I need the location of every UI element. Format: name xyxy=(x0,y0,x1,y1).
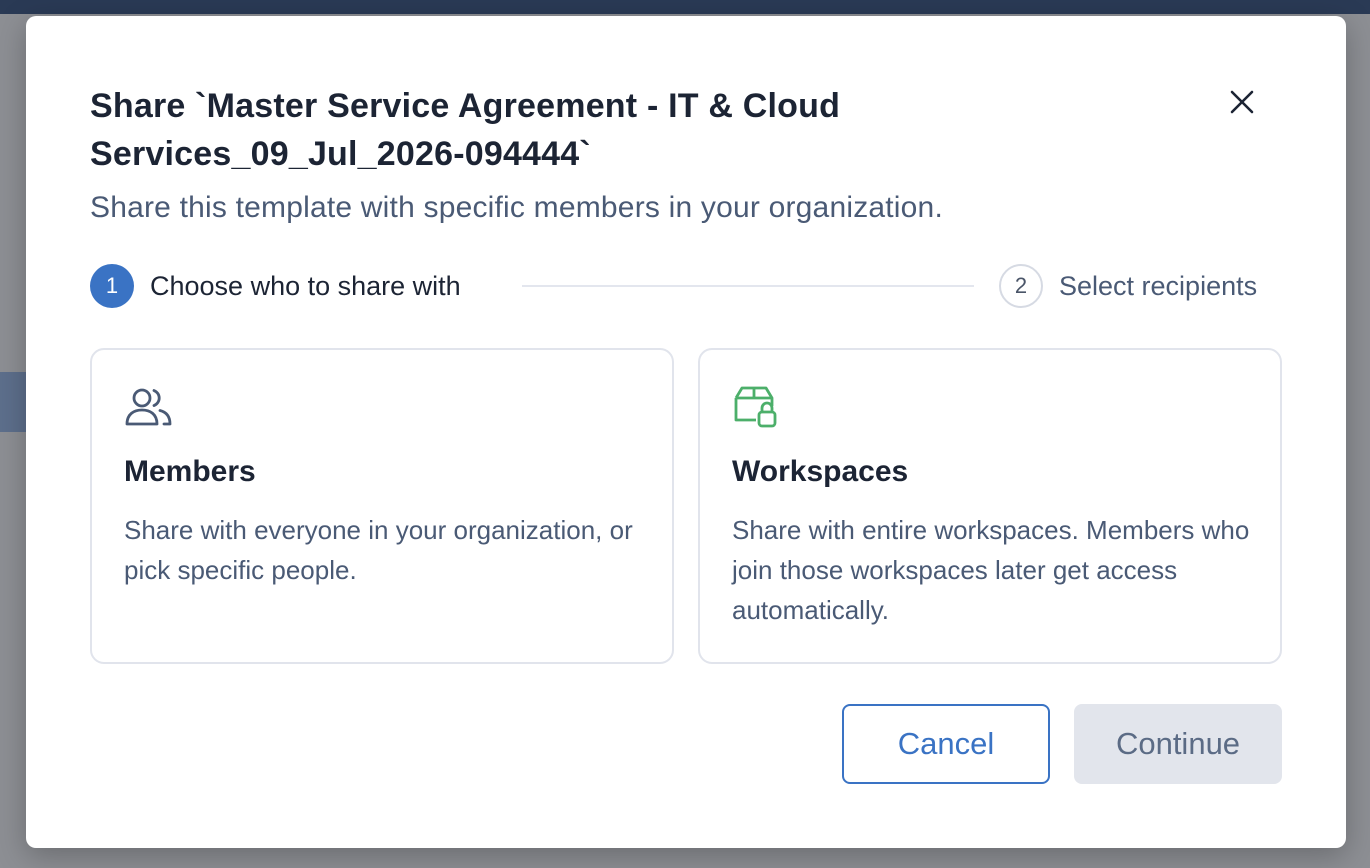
members-option-description: Share with everyone in your organization… xyxy=(124,515,633,585)
cancel-button[interactable]: Cancel xyxy=(842,704,1050,784)
step-2-indicator: 2 xyxy=(999,264,1043,308)
step-1-indicator: 1 xyxy=(90,264,134,308)
close-button[interactable] xyxy=(1222,82,1262,122)
stepper-connector xyxy=(522,285,974,287)
step-1-label: Choose who to share with xyxy=(150,271,461,301)
workspaces-option-card[interactable]: Workspaces Share with entire workspaces.… xyxy=(698,348,1282,664)
members-option-card[interactable]: Members Share with everyone in your orga… xyxy=(90,348,674,664)
share-dialog: Share `Master Service Agreement - IT & C… xyxy=(26,16,1346,848)
stepper: 1 Choose who to share with 2 Select reci… xyxy=(90,264,1282,308)
members-option-title: Members xyxy=(124,455,256,488)
backdrop-top-bar xyxy=(0,0,1370,14)
users-icon xyxy=(124,384,174,430)
workspace-lock-icon xyxy=(732,384,782,430)
close-icon xyxy=(1230,90,1254,114)
workspaces-option-title: Workspaces xyxy=(732,455,909,488)
dialog-subtitle: Share this template with specific member… xyxy=(90,191,943,224)
step-2-label: Select recipients xyxy=(1059,271,1258,301)
continue-button[interactable]: Continue xyxy=(1074,704,1282,784)
workspaces-option-description: Share with entire workspaces. Members wh… xyxy=(732,515,1250,625)
dialog-title: Share `Master Service Agreement - IT & C… xyxy=(90,87,841,173)
